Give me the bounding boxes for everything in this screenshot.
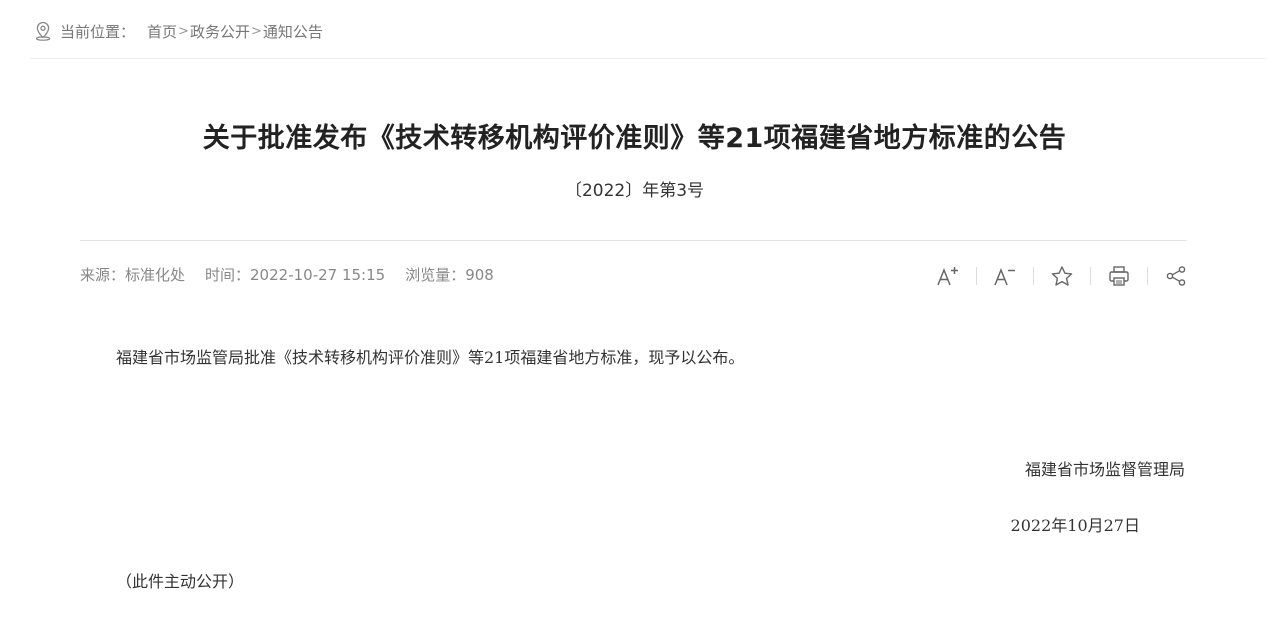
article-body-paragraph: 福建省市场监管局批准《技术转移机构评价准则》等21项福建省地方标准，现予以公布。: [116, 348, 745, 367]
print-icon[interactable]: [1101, 262, 1137, 290]
breadcrumb-notices[interactable]: 通知公告: [263, 21, 323, 42]
breadcrumb-separator: >: [250, 23, 262, 39]
article-time: 时间：2022-10-27 15:15: [205, 266, 386, 284]
font-increase-icon[interactable]: [930, 262, 966, 290]
breadcrumb-home[interactable]: 首页: [147, 21, 177, 42]
article-source: 来源：标准化处: [80, 266, 186, 284]
article-views: 浏览量：908: [405, 266, 494, 284]
breadcrumb-divider: [30, 58, 1267, 59]
location-pin-icon: [34, 21, 52, 41]
article-toolbar: [930, 262, 1194, 290]
breadcrumb-gov-affairs[interactable]: 政务公开: [190, 21, 250, 42]
share-icon[interactable]: [1158, 262, 1194, 290]
document-number: 〔2022〕年第3号: [564, 181, 705, 201]
title-divider: [80, 240, 1187, 241]
signature-organization: 福建省市场监督管理局: [1024, 460, 1185, 479]
star-icon[interactable]: [1044, 262, 1080, 290]
font-decrease-icon[interactable]: [987, 262, 1023, 290]
article-meta: 来源：标准化处 时间：2022-10-27 15:15 浏览量：908: [80, 264, 514, 285]
article-title: 关于批准发布《技术转移机构评价准则》等21项福建省地方标准的公告: [202, 123, 1067, 154]
toolbar-divider: [976, 267, 977, 285]
signature-date: 2022年10月27日: [1010, 516, 1140, 535]
toolbar-divider: [1033, 267, 1034, 285]
breadcrumb: 当前位置： 首页 > 政务公开 > 通知公告: [34, 20, 323, 42]
toolbar-divider: [1090, 267, 1091, 285]
toolbar-divider: [1147, 267, 1148, 285]
publicity-note: （此件主动公开）: [116, 572, 245, 591]
breadcrumb-prefix: 当前位置：: [60, 22, 136, 41]
breadcrumb-separator: >: [178, 23, 189, 39]
